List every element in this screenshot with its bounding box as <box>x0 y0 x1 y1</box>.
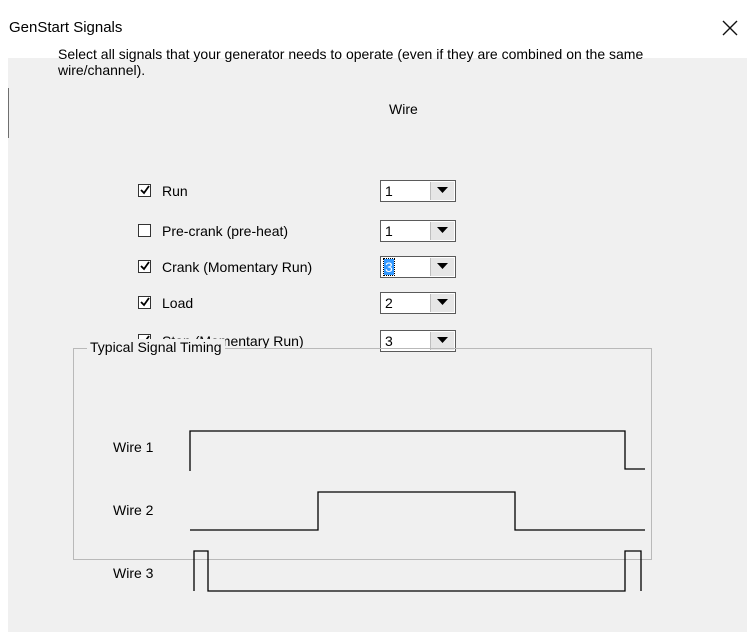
wire-3-waveform <box>193 550 642 592</box>
wire-1-waveform <box>189 430 645 471</box>
wire-2-waveform <box>190 491 645 531</box>
timing-diagram <box>189 430 645 592</box>
genstart-signals-dialog: GenStart Signals Select all signals that… <box>0 0 747 632</box>
